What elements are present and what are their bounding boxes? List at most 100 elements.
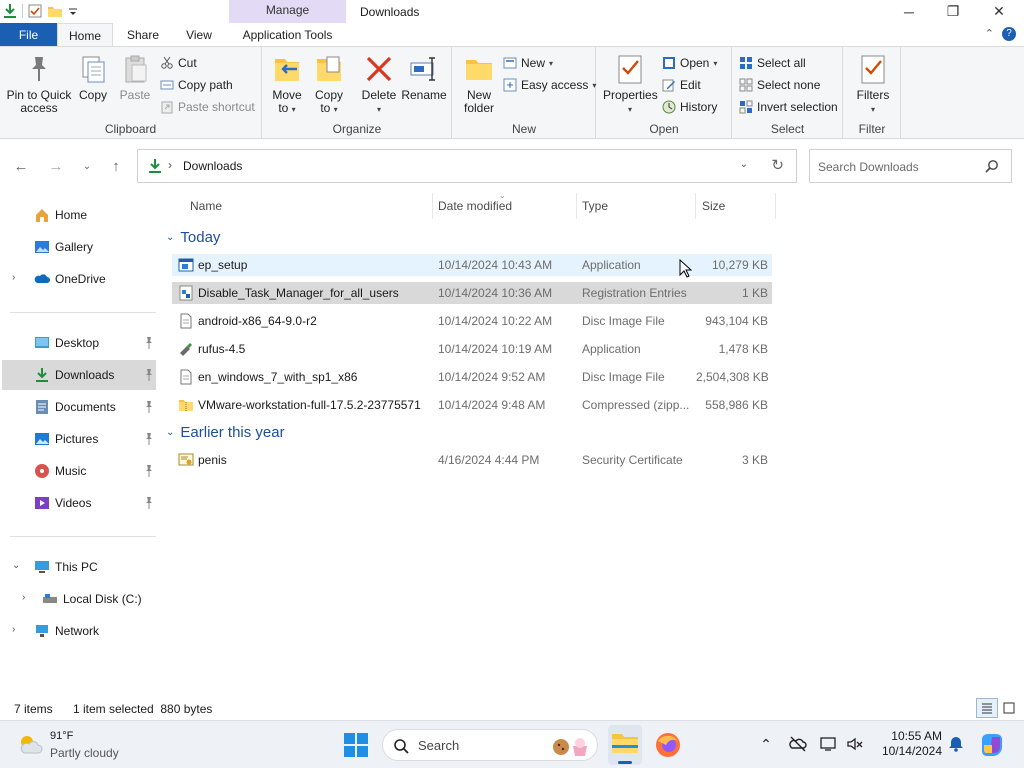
expand-chevron-icon[interactable]: › (12, 624, 15, 635)
weather-condition[interactable]: Partly cloudy (50, 746, 119, 760)
column-separator[interactable] (432, 193, 433, 219)
collapse-chevron-icon[interactable]: ⌄ (12, 560, 20, 571)
rename-button[interactable]: Rename (401, 53, 447, 102)
tab-view[interactable]: View (172, 23, 226, 47)
file-row[interactable]: android-x86_64-9.0-r2 10/14/2024 10:22 A… (172, 310, 772, 332)
back-button[interactable]: ← (10, 155, 32, 177)
notification-bell-icon[interactable] (947, 735, 965, 753)
file-row[interactable]: penis 4/16/2024 4:44 PM Security Certifi… (172, 449, 772, 471)
nav-item-gallery[interactable]: Gallery (2, 232, 156, 262)
new-item-button[interactable]: New ▾ (503, 53, 553, 73)
volume-muted-icon[interactable] (846, 735, 864, 753)
collapse-ribbon-chevron-icon[interactable]: ⌃ (985, 27, 994, 40)
pin-icon[interactable] (143, 368, 155, 382)
column-header-type[interactable]: Type (582, 199, 608, 217)
weather-temperature[interactable]: 91°F (50, 730, 73, 742)
paste-button[interactable]: Paste (117, 53, 153, 102)
network-display-icon[interactable] (820, 735, 838, 753)
search-icon[interactable] (985, 159, 999, 173)
column-separator[interactable] (775, 193, 776, 219)
up-button[interactable]: ↑ (105, 155, 127, 177)
onedrive-offline-icon[interactable] (789, 735, 807, 753)
file-row[interactable]: Disable_Task_Manager_for_all_users 10/14… (172, 282, 772, 304)
column-header-name[interactable]: Name (190, 199, 222, 217)
nav-item-documents[interactable]: Documents (2, 392, 156, 422)
partly-cloudy-weather-icon[interactable] (16, 731, 44, 759)
minimize-button[interactable]: ─ (886, 0, 932, 23)
new-folder-button[interactable]: New folder (459, 53, 499, 115)
properties-check-icon[interactable] (27, 3, 43, 19)
system-clock[interactable]: 10:55 AM 10/14/2024 (870, 729, 942, 759)
delete-button[interactable]: Delete ▾ (359, 53, 399, 116)
nav-item-downloads[interactable]: Downloads (2, 360, 156, 390)
file-explorer-taskbar-button[interactable] (608, 725, 642, 765)
tab-application-tools[interactable]: Application Tools (229, 23, 346, 47)
expand-chevron-icon[interactable]: › (22, 592, 25, 603)
group-header-today[interactable]: ⌄ Today (166, 229, 220, 246)
expand-chevron-icon[interactable]: › (12, 272, 15, 283)
history-button[interactable]: History (662, 97, 717, 117)
group-collapse-chevron-icon[interactable]: ⌄ (166, 427, 174, 438)
paste-shortcut-button[interactable]: Paste shortcut (160, 97, 255, 117)
file-row[interactable]: VMware-workstation-full-17.5.2-23775571 … (172, 394, 772, 416)
copy-path-button[interactable]: Copy path (160, 75, 233, 95)
select-all-button[interactable]: Select all (739, 53, 806, 73)
nav-item-music[interactable]: Music (2, 456, 156, 486)
details-view-button[interactable] (976, 698, 998, 718)
copilot-icon[interactable] (978, 731, 1006, 759)
column-separator[interactable] (576, 193, 577, 219)
select-none-button[interactable]: Select none (739, 75, 820, 95)
nav-item-onedrive[interactable]: › OneDrive (2, 264, 156, 294)
cut-button[interactable]: Cut (160, 53, 197, 73)
pin-icon[interactable] (143, 400, 155, 414)
recent-locations-button[interactable]: ⌄ (76, 155, 98, 177)
invert-selection-button[interactable]: Invert selection (739, 97, 838, 117)
nav-item-videos[interactable]: Videos (2, 488, 156, 518)
new-folder-icon[interactable] (47, 3, 63, 19)
address-bar[interactable]: › Downloads ⌄ ↻ (137, 149, 797, 183)
pin-icon[interactable] (143, 464, 155, 478)
group-header-earlier[interactable]: ⌄ Earlier this year (166, 424, 285, 441)
firefox-icon[interactable] (654, 731, 682, 759)
file-row[interactable]: rufus-4.5 10/14/2024 10:19 AM Applicatio… (172, 338, 772, 360)
column-header-size[interactable]: Size (702, 199, 725, 217)
file-row[interactable]: en_windows_7_with_sp1_x86 10/14/2024 9:5… (172, 366, 772, 388)
show-hidden-icons-chevron-icon[interactable]: ⌃ (757, 735, 775, 753)
copy-to-button[interactable]: Copy to ▾ (311, 53, 347, 116)
maximize-button[interactable]: ❐ (930, 0, 976, 23)
nav-item-network[interactable]: › Network (2, 616, 156, 646)
edit-button[interactable]: Edit (662, 75, 701, 95)
column-separator[interactable] (695, 193, 696, 219)
tab-home[interactable]: Home (57, 23, 113, 47)
pin-to-quick-access-button[interactable]: Pin to Quick access (4, 53, 74, 115)
search-input[interactable] (818, 157, 978, 177)
taskbar-search-box[interactable]: Search (382, 729, 598, 761)
breadcrumb-downloads[interactable]: Downloads (183, 159, 242, 173)
help-icon[interactable]: ? (1002, 27, 1016, 41)
address-history-chevron-icon[interactable]: ⌄ (740, 159, 748, 170)
easy-access-button[interactable]: Easy access ▾ (503, 75, 596, 95)
breadcrumb-separator[interactable]: › (168, 158, 172, 172)
close-button[interactable]: ✕ (976, 0, 1022, 23)
pin-icon[interactable] (143, 496, 155, 510)
filters-button[interactable]: Filters ▾ (852, 53, 894, 116)
tab-share[interactable]: Share (116, 23, 170, 47)
nav-item-home[interactable]: Home (2, 200, 156, 230)
group-collapse-chevron-icon[interactable]: ⌄ (166, 232, 174, 243)
customize-qat-icon[interactable] (67, 3, 83, 19)
nav-item-this-pc[interactable]: ⌄ This PC (2, 552, 156, 582)
windows-start-icon[interactable] (342, 731, 370, 759)
refresh-icon[interactable]: ↻ (771, 156, 784, 174)
open-button[interactable]: Open ▾ (662, 53, 717, 73)
forward-button[interactable]: → (45, 155, 67, 177)
properties-button[interactable]: Properties ▾ (603, 53, 658, 116)
large-icons-view-button[interactable] (998, 698, 1020, 718)
nav-item-desktop[interactable]: Desktop (2, 328, 156, 358)
tab-file[interactable]: File (0, 23, 57, 47)
copy-button[interactable]: Copy (76, 53, 110, 102)
pin-icon[interactable] (143, 432, 155, 446)
nav-item-local-disk[interactable]: › Local Disk (C:) (2, 584, 156, 614)
move-to-button[interactable]: Move to ▾ (269, 53, 305, 116)
downloads-arrow-icon[interactable] (2, 3, 18, 19)
pin-icon[interactable] (143, 336, 155, 350)
